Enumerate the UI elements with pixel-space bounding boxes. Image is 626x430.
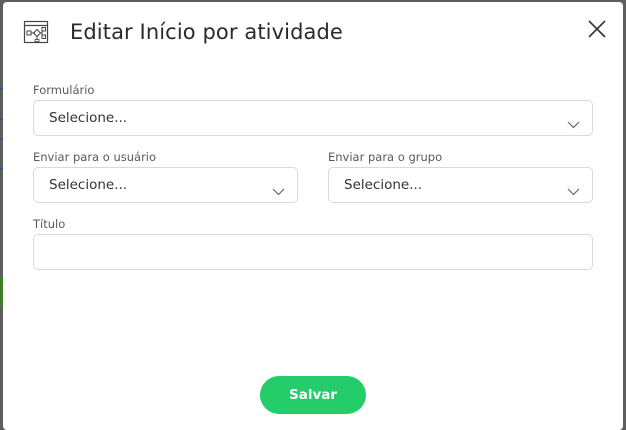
save-button[interactable]: Salvar [260,376,366,414]
dialog-title: Editar Início por atividade [70,20,343,44]
enviar-usuario-select-value: Selecione... [49,177,128,193]
dialog-header: Editar Início por atividade [3,2,623,64]
titulo-label: Título [33,217,66,231]
workflow-diagram-icon [23,19,49,45]
enviar-usuario-label: Enviar para o usuário [33,150,157,164]
close-icon[interactable] [585,17,609,41]
chevron-down-icon [567,181,580,196]
enviar-grupo-select-value: Selecione... [344,177,423,193]
formulario-label: Formulário [33,83,95,97]
formulario-select-value: Selecione... [49,110,128,126]
enviar-grupo-label: Enviar para o grupo [328,150,443,164]
enviar-grupo-select[interactable]: Selecione... [328,167,593,203]
chevron-down-icon [272,181,285,196]
enviar-usuario-select[interactable]: Selecione... [33,167,298,203]
titulo-input[interactable] [33,234,593,270]
chevron-down-icon [567,114,580,129]
formulario-select[interactable]: Selecione... [33,100,593,136]
edit-start-dialog: Editar Início por atividade Formulário S… [3,2,623,430]
